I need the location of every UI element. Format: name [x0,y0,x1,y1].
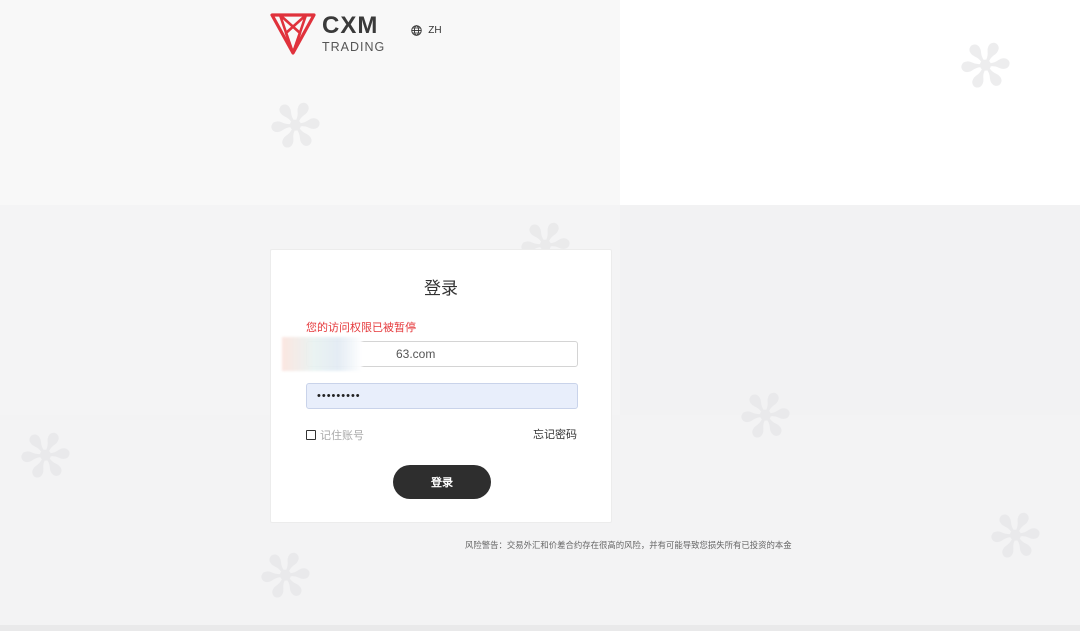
password-field[interactable]: ••••••••• [306,383,578,409]
language-label: ZH [428,24,442,36]
error-message: 您的访问权限已被暂停 [306,321,416,334]
login-button[interactable]: 登录 [393,465,491,499]
remember-label: 记住账号 [320,429,364,442]
login-title: 登录 [424,279,458,299]
background-top-right [620,0,1080,205]
remember-account[interactable]: 记住账号 [306,427,364,443]
risk-warning: 风险警告：交易外汇和价差合约存在很高的风险，并有可能导致您损失所有已投资的本金 [465,540,792,550]
cxm-logo-icon [270,13,316,55]
background-right-panel [620,205,1080,415]
login-card: 登录 您的访问权限已被暂停 63.com ••••••••• 记住账号 忘记密码… [270,249,612,523]
brand-subtitle: TRADING [322,40,386,55]
email-redaction [282,337,362,371]
email-value: 63.com [396,347,436,361]
logo-text: CXM TRADING [322,14,385,54]
header: CXM TRADING ZH [270,10,442,58]
forgot-password-link[interactable]: 忘记密码 [533,426,577,442]
language-selector[interactable]: ZH [411,24,442,36]
remember-checkbox[interactable] [306,430,316,440]
brand-name: CXM [322,12,379,40]
logo[interactable]: CXM TRADING [270,11,385,57]
background-footer [0,625,1080,631]
globe-icon [411,24,422,36]
